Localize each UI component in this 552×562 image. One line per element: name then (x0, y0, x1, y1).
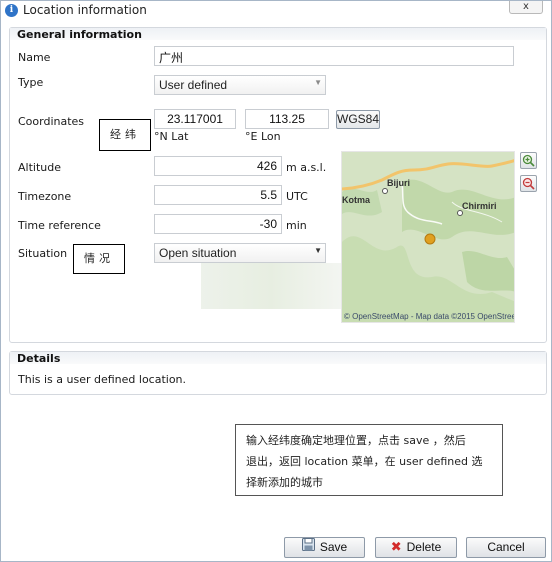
zoom-out-icon (522, 177, 535, 190)
close-button[interactable]: x (509, 1, 543, 14)
time-reference-unit: min (286, 219, 307, 232)
info-icon: i (5, 4, 18, 17)
map-place-label: Chirmiri (462, 201, 497, 211)
location-information-window: i Location information x General informa… (0, 0, 552, 562)
details-text: This is a user defined location. (18, 373, 187, 386)
group-header-shade (10, 352, 546, 364)
title-bar: i Location information x (1, 1, 551, 21)
situation-annotation: 情况 (73, 244, 125, 274)
situation-select[interactable]: Open situation ▼ (154, 243, 326, 263)
save-button-label: Save (319, 540, 348, 554)
instruction-line: 退出，返回 location 菜单，在 user defined 选 (246, 455, 483, 468)
save-button[interactable]: Save (284, 537, 365, 558)
instruction-note: 输入经纬度确定地理位置，点击 save ，然后 退出，返回 location 菜… (235, 424, 503, 496)
coordinates-label: Coordinates (18, 115, 85, 128)
timezone-field[interactable]: 5.5 (154, 185, 282, 205)
zoom-in-button[interactable] (520, 152, 537, 169)
zoom-in-icon (522, 154, 535, 167)
blur-artifact (201, 263, 341, 309)
map-place-label: Bijuri (387, 178, 411, 188)
altitude-unit: m a.s.l. (286, 161, 327, 174)
location-map[interactable]: Bijuri Chirmiri Kotma © OpenStreetMap - … (341, 151, 515, 323)
time-reference-field[interactable]: -30 (154, 214, 282, 234)
cancel-button-label: Cancel (487, 540, 525, 554)
name-label: Name (18, 51, 51, 64)
map-place-label: Kotma (342, 195, 371, 205)
situation-label: Situation (18, 247, 68, 260)
type-select-value: User defined (159, 78, 228, 92)
timezone-unit: UTC (286, 190, 308, 203)
chevron-down-icon: ▼ (314, 78, 322, 87)
map-attribution: © OpenStreetMap - Map data ©2015 OpenStr… (344, 312, 515, 321)
details-heading: Details (17, 352, 61, 365)
delete-button[interactable]: ✖ Delete (375, 537, 457, 558)
longitude-field[interactable]: 113.25 (245, 109, 329, 129)
longitude-unit: °E Lon (245, 130, 281, 143)
zoom-out-button[interactable] (520, 175, 537, 192)
delete-button-label: Delete (406, 540, 442, 554)
general-information-heading: General information (17, 28, 142, 41)
datum-button[interactable]: WGS84 (336, 110, 380, 129)
altitude-label: Altitude (18, 161, 61, 174)
chevron-down-icon: ▼ (314, 246, 322, 255)
timezone-label: Timezone (18, 190, 72, 203)
instruction-line: 择新添加的城市 (246, 476, 323, 489)
map-canvas (342, 152, 514, 322)
delete-icon: ✖ (390, 540, 402, 556)
coordinates-annotation: 经纬 (99, 119, 151, 151)
latitude-unit: °N Lat (154, 130, 189, 143)
latitude-field[interactable]: 23.117001 (154, 109, 236, 129)
save-icon (301, 538, 315, 557)
cancel-button[interactable]: Cancel (466, 537, 546, 558)
name-field[interactable]: 广州 (154, 46, 514, 66)
altitude-field[interactable]: 426 (154, 156, 282, 176)
type-label: Type (18, 76, 44, 89)
window-title: Location information (23, 3, 147, 17)
time-reference-label: Time reference (18, 219, 101, 232)
situation-select-value: Open situation (159, 246, 237, 260)
instruction-line: 输入经纬度确定地理位置，点击 save ，然后 (246, 434, 466, 447)
type-select[interactable]: User defined ▼ (154, 75, 326, 95)
